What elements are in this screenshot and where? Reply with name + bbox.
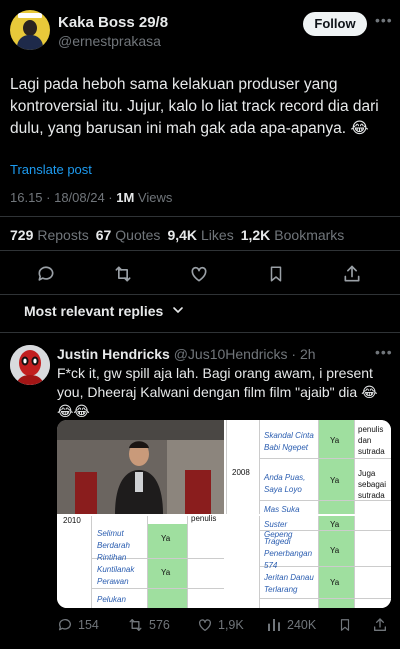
table-cell: Pelukan (97, 595, 126, 604)
more-icon[interactable]: ••• (375, 344, 393, 360)
reply-author-name[interactable]: Justin Hendricks (57, 346, 170, 362)
post-action-bar (0, 262, 400, 286)
reply-reply-button[interactable]: 154 (57, 617, 99, 633)
reply-author-handle[interactable]: @Jus10Hendricks (174, 346, 288, 362)
table-cell: 2010 (63, 516, 81, 525)
table-cell: penulis (191, 514, 217, 523)
media-table-right-top[interactable]: Skandal Cinta Babi Ngepet Ya penulis dan… (226, 420, 391, 524)
divider (0, 216, 400, 217)
share-icon[interactable] (340, 262, 364, 286)
views-count: 240K (287, 618, 317, 632)
reply-repost-button[interactable]: 576 (127, 617, 170, 633)
reply-icon[interactable] (34, 262, 58, 286)
post-timestamp: 16.15 · 18/08/24 · (10, 190, 117, 205)
table-cell: Ya (161, 568, 171, 577)
table-cell: Ya (330, 520, 340, 529)
reply-author[interactable]: Justin Hendricks @Jus10Hendricks · 2h (57, 346, 316, 362)
bookmark-icon[interactable] (264, 262, 288, 286)
repost-icon (127, 617, 144, 633)
reply-icon (57, 617, 73, 633)
post-meta: 16.15 · 18/08/24 · 1M Views (10, 190, 172, 205)
like-icon (197, 617, 213, 633)
likes-stat[interactable]: 9,4K Likes (167, 227, 233, 243)
media-table-right-bottom[interactable]: Suster Gepeng Ya Tragedi Penerbangan 574… (226, 516, 391, 608)
table-cell: 2008 (232, 468, 250, 477)
post-text: Lagi pada heboh sama kelakuan produser y… (10, 76, 379, 137)
views-icon (266, 617, 282, 633)
reply-views-button[interactable]: 240K (266, 617, 316, 633)
reply-like-button[interactable]: 1,9K (197, 617, 244, 633)
table-cell: Ya (161, 534, 171, 543)
table-cell: Ya (330, 546, 340, 555)
reposts-stat[interactable]: 729 Reposts (10, 227, 89, 243)
table-cell: Ya (330, 476, 340, 485)
chevron-down-icon[interactable] (172, 303, 184, 317)
table-cell: Skandal Cinta Babi Ngepet (264, 431, 314, 452)
like-count: 1,9K (218, 618, 244, 632)
author-avatar[interactable] (10, 10, 50, 50)
bookmarks-stat[interactable]: 1,2K Bookmarks (241, 227, 345, 243)
reply-count: 154 (78, 618, 99, 632)
table-cell: Jeritan Danau Terlarang (264, 573, 314, 594)
bookmark-icon[interactable] (338, 617, 352, 633)
translate-link[interactable]: Translate post (10, 162, 92, 177)
post-stats: 729 Reposts 67 Quotes 9,4K Likes 1,2K Bookma… (10, 227, 351, 243)
table-cell: Rintihan Kuntilanak Perawan (97, 553, 135, 586)
reply-text: F*ck it, gw spill aja lah. Bagi orang aw… (57, 365, 378, 419)
repost-icon[interactable] (111, 262, 135, 286)
table-cell: Tragedi Penerbangan 574 (264, 537, 313, 570)
table-cell: Ya (330, 436, 340, 445)
reply-author-avatar[interactable] (10, 345, 50, 385)
follow-button[interactable]: Follow (303, 12, 367, 36)
replies-sort-dropdown[interactable]: Most relevant replies (24, 303, 163, 319)
table-cell: penulis dan sutrada (358, 425, 385, 456)
author-handle[interactable]: @ernestprakasa (58, 33, 161, 49)
reply-action-bar: 154 576 1,9K 240K (0, 617, 400, 637)
views-count: 1M (116, 190, 135, 205)
divider (0, 250, 400, 251)
reply-media-grid[interactable]: Skandal Cinta Babi Ngepet Ya penulis dan… (57, 420, 391, 608)
reply-time: · 2h (291, 346, 316, 362)
more-icon[interactable]: ••• (375, 12, 393, 28)
divider (0, 332, 400, 333)
author-name[interactable]: Kaka Boss 29/8 (58, 14, 168, 31)
media-photo[interactable] (57, 420, 224, 514)
like-icon[interactable] (187, 262, 211, 286)
table-cell: Ya (330, 578, 340, 587)
views-label: Views (134, 190, 173, 205)
table-cell: Juga sebagai sutrada (358, 469, 387, 500)
table-cell: Anda Puas, Saya Loyo (264, 473, 306, 494)
share-icon[interactable] (372, 617, 388, 633)
quotes-stat[interactable]: 67 Quotes (96, 227, 161, 243)
repost-count: 576 (149, 618, 170, 632)
table-cell: Selimut Berdarah (97, 529, 130, 550)
media-table-left-bottom[interactable]: 2010 penulis Selimut Berdarah Ya Rintiha… (57, 514, 224, 608)
divider (0, 294, 400, 295)
